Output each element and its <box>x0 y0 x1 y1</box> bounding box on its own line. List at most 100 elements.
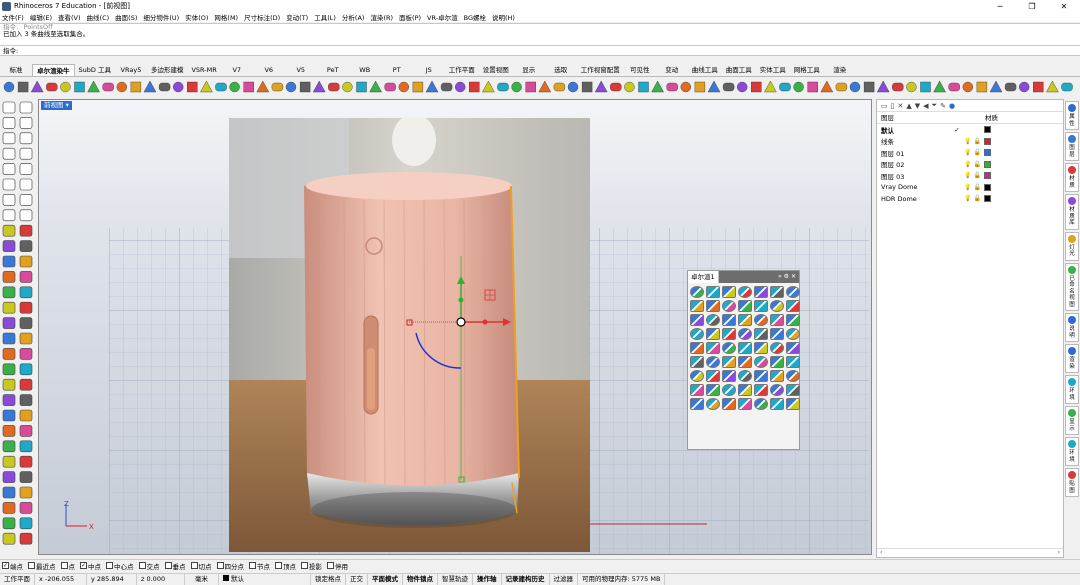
menu-item-6[interactable]: 实体(O) <box>185 12 208 22</box>
tab-8[interactable]: V5 <box>285 64 317 76</box>
status-toggle-6[interactable]: 记录建构历史 <box>502 574 550 585</box>
minimize-button[interactable]: ─ <box>984 0 1016 12</box>
floating-tool-icon[interactable] <box>770 342 784 354</box>
tab-18[interactable]: 可见性 <box>624 64 656 76</box>
new-sublayer-icon[interactable]: ▯ <box>891 102 895 110</box>
tab-3[interactable]: VRay5 <box>115 64 147 76</box>
toolbar-icons[interactable] <box>0 78 1080 96</box>
new-layer-icon[interactable]: ▭ <box>881 102 888 110</box>
floating-tool-icon[interactable] <box>754 328 768 340</box>
tab-2[interactable]: SubD 工具 <box>75 64 115 76</box>
layer-lock-icon[interactable]: 🔓 <box>973 172 982 179</box>
floating-tool-icon[interactable] <box>754 384 768 396</box>
status-toggle-0[interactable]: 锁定格点 <box>311 574 346 585</box>
side-tab-8[interactable]: 环 境 <box>1065 375 1079 404</box>
floating-tab-1[interactable]: 卓尔渲1 <box>688 270 719 283</box>
floating-tool-icon[interactable] <box>738 342 752 354</box>
tab-12[interactable]: JS <box>413 64 445 76</box>
menu-item-14[interactable]: VR-卓尔渲 <box>427 12 458 22</box>
osnap-4[interactable]: 中心点 <box>106 561 134 571</box>
tab-11[interactable]: PT <box>381 64 413 76</box>
floating-tool-icon[interactable] <box>722 286 736 298</box>
left-toolbar-icons[interactable] <box>0 98 38 557</box>
floating-tool-icon[interactable] <box>690 328 704 340</box>
help-icon[interactable]: ● <box>949 102 955 110</box>
layer-visible-icon[interactable]: 💡 <box>963 149 973 156</box>
menu-item-15[interactable]: BG螺栓 <box>464 12 486 22</box>
floating-tool-icon[interactable] <box>722 398 736 410</box>
osnap-5[interactable]: 交点 <box>138 561 160 571</box>
menu-item-9[interactable]: 变动(T) <box>286 12 308 22</box>
osnap-1[interactable]: 最近点 <box>28 561 56 571</box>
tab-7[interactable]: V6 <box>253 64 285 76</box>
maximize-button[interactable]: ❐ <box>1016 0 1048 12</box>
side-tab-2[interactable]: 材 质 <box>1065 163 1079 192</box>
osnap-6[interactable]: 垂点 <box>164 561 186 571</box>
status-toggle-4[interactable]: 智慧轨迹 <box>438 574 473 585</box>
side-tab-10[interactable]: 环 境 <box>1065 437 1079 466</box>
menu-item-1[interactable]: 编辑(E) <box>30 12 52 22</box>
floating-tool-icon[interactable] <box>786 370 800 382</box>
tab-1[interactable]: 卓尔渲染牛 <box>32 64 75 76</box>
floating-tool-icon[interactable] <box>738 356 752 368</box>
floating-tool-icon[interactable] <box>706 398 720 410</box>
floating-tool-icon[interactable] <box>786 342 800 354</box>
osnap-checkbox[interactable] <box>138 562 146 569</box>
floating-tool-icon[interactable] <box>690 342 704 354</box>
osnap-checkbox[interactable] <box>28 562 35 569</box>
floating-tool-icon[interactable] <box>738 314 752 326</box>
command-prompt[interactable]: 指令: <box>0 45 1080 56</box>
osnap-checkbox[interactable]: ✓ <box>2 562 9 569</box>
floating-tool-icon[interactable] <box>722 370 736 382</box>
delete-layer-icon[interactable]: ✕ <box>897 102 903 110</box>
osnap-checkbox[interactable] <box>106 562 113 569</box>
floating-tool-icon[interactable] <box>722 384 736 396</box>
layer-color-swatch[interactable] <box>984 126 991 134</box>
reference-image[interactable] <box>229 118 590 552</box>
side-tab-7[interactable]: 渲 染 <box>1065 344 1079 373</box>
menu-item-13[interactable]: 面板(P) <box>399 12 421 22</box>
floating-tool-icon[interactable] <box>738 286 752 298</box>
tab-17[interactable]: 工作视窗配置 <box>577 64 624 76</box>
menu-item-0[interactable]: 文件(F) <box>2 12 24 22</box>
menu-item-4[interactable]: 曲面(S) <box>115 12 137 22</box>
layer-row[interactable]: Vray Dome 💡 🔓 <box>877 182 1063 194</box>
status-toggle-2[interactable]: 平面模式 <box>368 574 403 585</box>
layer-color-swatch[interactable] <box>984 137 991 145</box>
menu-item-12[interactable]: 渲染(R) <box>370 12 393 22</box>
tab-13[interactable]: 工作平面 <box>445 64 479 76</box>
floating-panel-controls[interactable]: » ⚙ ✕ <box>718 270 799 283</box>
tab-14[interactable]: 设置视图 <box>479 64 513 76</box>
osnap-checkbox[interactable] <box>164 562 172 569</box>
layer-visible-icon[interactable]: 💡 <box>963 172 973 179</box>
tab-15[interactable]: 显示 <box>513 64 545 76</box>
tab-23[interactable]: 网格工具 <box>790 64 824 76</box>
floating-tool-icon[interactable] <box>690 314 704 326</box>
tab-20[interactable]: 曲线工具 <box>688 64 722 76</box>
tab-0[interactable]: 标准 <box>0 64 32 76</box>
filter-icon[interactable]: ⏷ <box>932 101 938 110</box>
layer-row[interactable]: 线条 💡 🔓 <box>877 136 1063 148</box>
osnap-checkbox[interactable] <box>327 562 334 569</box>
osnap-3[interactable]: ✓ 中点 <box>80 561 101 571</box>
floating-tool-icon[interactable] <box>690 286 704 298</box>
floating-tool-icon[interactable] <box>738 370 752 382</box>
floating-tool-icon[interactable] <box>706 328 720 340</box>
side-tab-0[interactable]: 属 性 <box>1065 101 1079 130</box>
close-button[interactable]: ✕ <box>1048 0 1080 12</box>
layer-color-swatch[interactable] <box>984 195 991 203</box>
floating-tool-icon[interactable] <box>690 356 704 368</box>
tab-22[interactable]: 实体工具 <box>756 64 790 76</box>
floating-tool-icon[interactable] <box>770 356 784 368</box>
floating-toolbar-panel[interactable]: 卓尔渲1 » ⚙ ✕ <box>687 270 800 450</box>
osnap-checkbox[interactable] <box>275 562 282 569</box>
floating-tool-icon[interactable] <box>786 300 800 312</box>
floating-tool-icon[interactable] <box>738 398 752 410</box>
menu-item-7[interactable]: 网格(M) <box>214 12 238 22</box>
floating-tool-icon[interactable] <box>722 356 736 368</box>
layer-color-swatch[interactable] <box>984 183 991 191</box>
layers-scrollbar[interactable]: ‹ › <box>877 548 1063 557</box>
side-tab-6[interactable]: 说 明 <box>1065 313 1079 342</box>
osnap-2[interactable]: 点 <box>60 561 75 571</box>
status-layer[interactable]: 默认 <box>219 574 311 585</box>
